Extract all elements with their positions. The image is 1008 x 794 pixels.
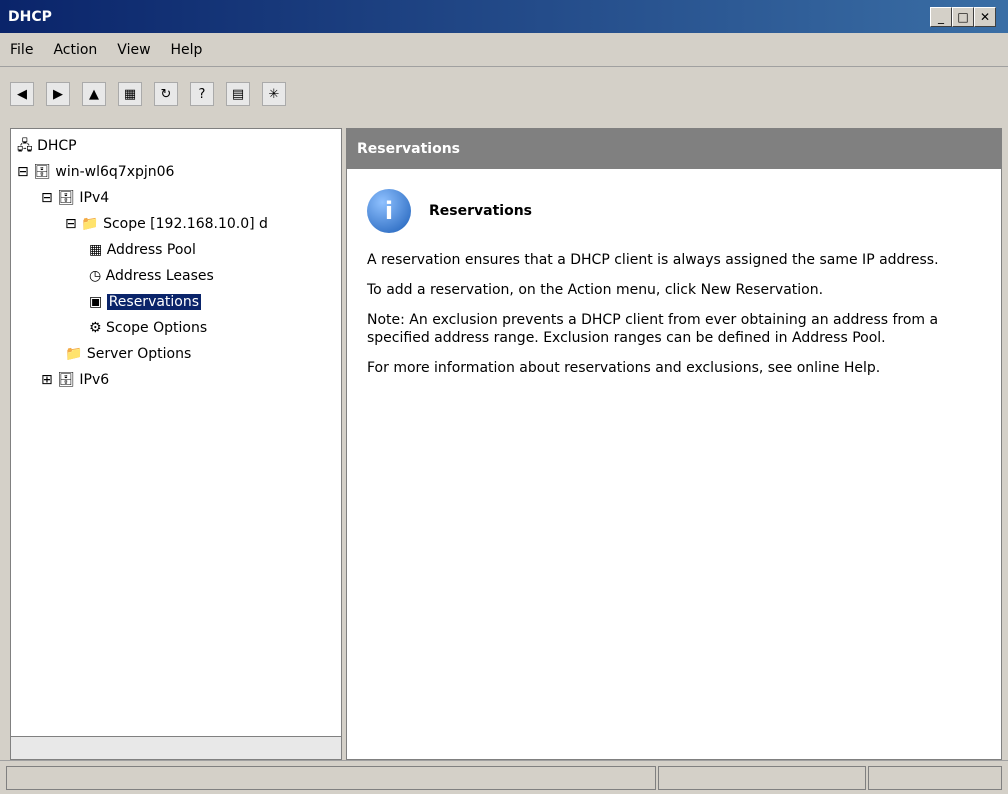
- tree-address-pool[interactable]: ▦ Address Pool: [17, 237, 335, 263]
- forward-icon[interactable]: ▶: [46, 82, 70, 106]
- menu-bar: File Action View Help: [0, 33, 1008, 67]
- status-cell-2: [658, 766, 866, 790]
- title-bar: DHCP _ □ ✕: [0, 0, 1008, 33]
- status-cell-3: [868, 766, 1002, 790]
- horizontal-scrollbar[interactable]: [11, 736, 341, 759]
- window-title: DHCP: [8, 8, 52, 25]
- status-bar: [0, 760, 1008, 794]
- menu-file[interactable]: File: [0, 42, 43, 58]
- minimize-button[interactable]: _: [930, 7, 952, 27]
- tree-server[interactable]: ⊟ 🗄 win-wl6q7xpjn06: [17, 159, 335, 185]
- menu-view[interactable]: View: [107, 42, 160, 58]
- details-pane: Reservations i Reservations A reservatio…: [346, 128, 1002, 760]
- tree-address-leases[interactable]: ◷ Address Leases: [17, 263, 335, 289]
- tree-scope[interactable]: ⊟ 📁 Scope [192.168.10.0] d: [17, 211, 335, 237]
- tree-ipv6[interactable]: ⊞ 🗄 IPv6: [17, 367, 335, 393]
- tree-ipv4[interactable]: ⊟ 🗄 IPv4: [17, 185, 335, 211]
- status-cell-1: [6, 766, 656, 790]
- info-icon: i: [367, 189, 411, 233]
- tree-scope-options[interactable]: ⚙ Scope Options: [17, 315, 335, 341]
- up-icon[interactable]: ▲: [82, 82, 106, 106]
- back-icon[interactable]: ◀: [10, 82, 34, 106]
- paragraph-3: Note: An exclusion prevents a DHCP clien…: [367, 312, 939, 346]
- console-tree: 🖧 DHCP ⊟ 🗄 win-wl6q7xpjn06 ⊟ 🗄 IPv4 ⊟ 📁 …: [10, 128, 342, 760]
- refresh-icon[interactable]: ↻: [154, 82, 178, 106]
- properties-icon[interactable]: ▤: [226, 82, 250, 106]
- show-hide-icon[interactable]: ▦: [118, 82, 142, 106]
- new-icon[interactable]: ✳: [262, 82, 286, 106]
- menu-help[interactable]: Help: [161, 42, 213, 58]
- info-title: Reservations: [429, 203, 532, 219]
- paragraph-2: To add a reservation, on the Action menu…: [367, 282, 824, 298]
- tree-root[interactable]: 🖧 DHCP: [17, 133, 335, 159]
- details-header: Reservations: [347, 129, 1001, 169]
- menu-action[interactable]: Action: [43, 42, 107, 58]
- toolbar: ◀ ▶ ▲ ▦ ↻ ? ▤ ✳: [0, 66, 1008, 122]
- paragraph-4: For more information about reservations …: [367, 360, 881, 376]
- tree-server-options[interactable]: 📁 Server Options: [17, 341, 335, 367]
- maximize-button[interactable]: □: [952, 7, 974, 27]
- help-icon[interactable]: ?: [190, 82, 214, 106]
- close-button[interactable]: ✕: [974, 7, 996, 27]
- tree-reservations[interactable]: ▣ Reservations: [17, 289, 335, 315]
- paragraph-1: A reservation ensures that a DHCP client…: [367, 252, 939, 268]
